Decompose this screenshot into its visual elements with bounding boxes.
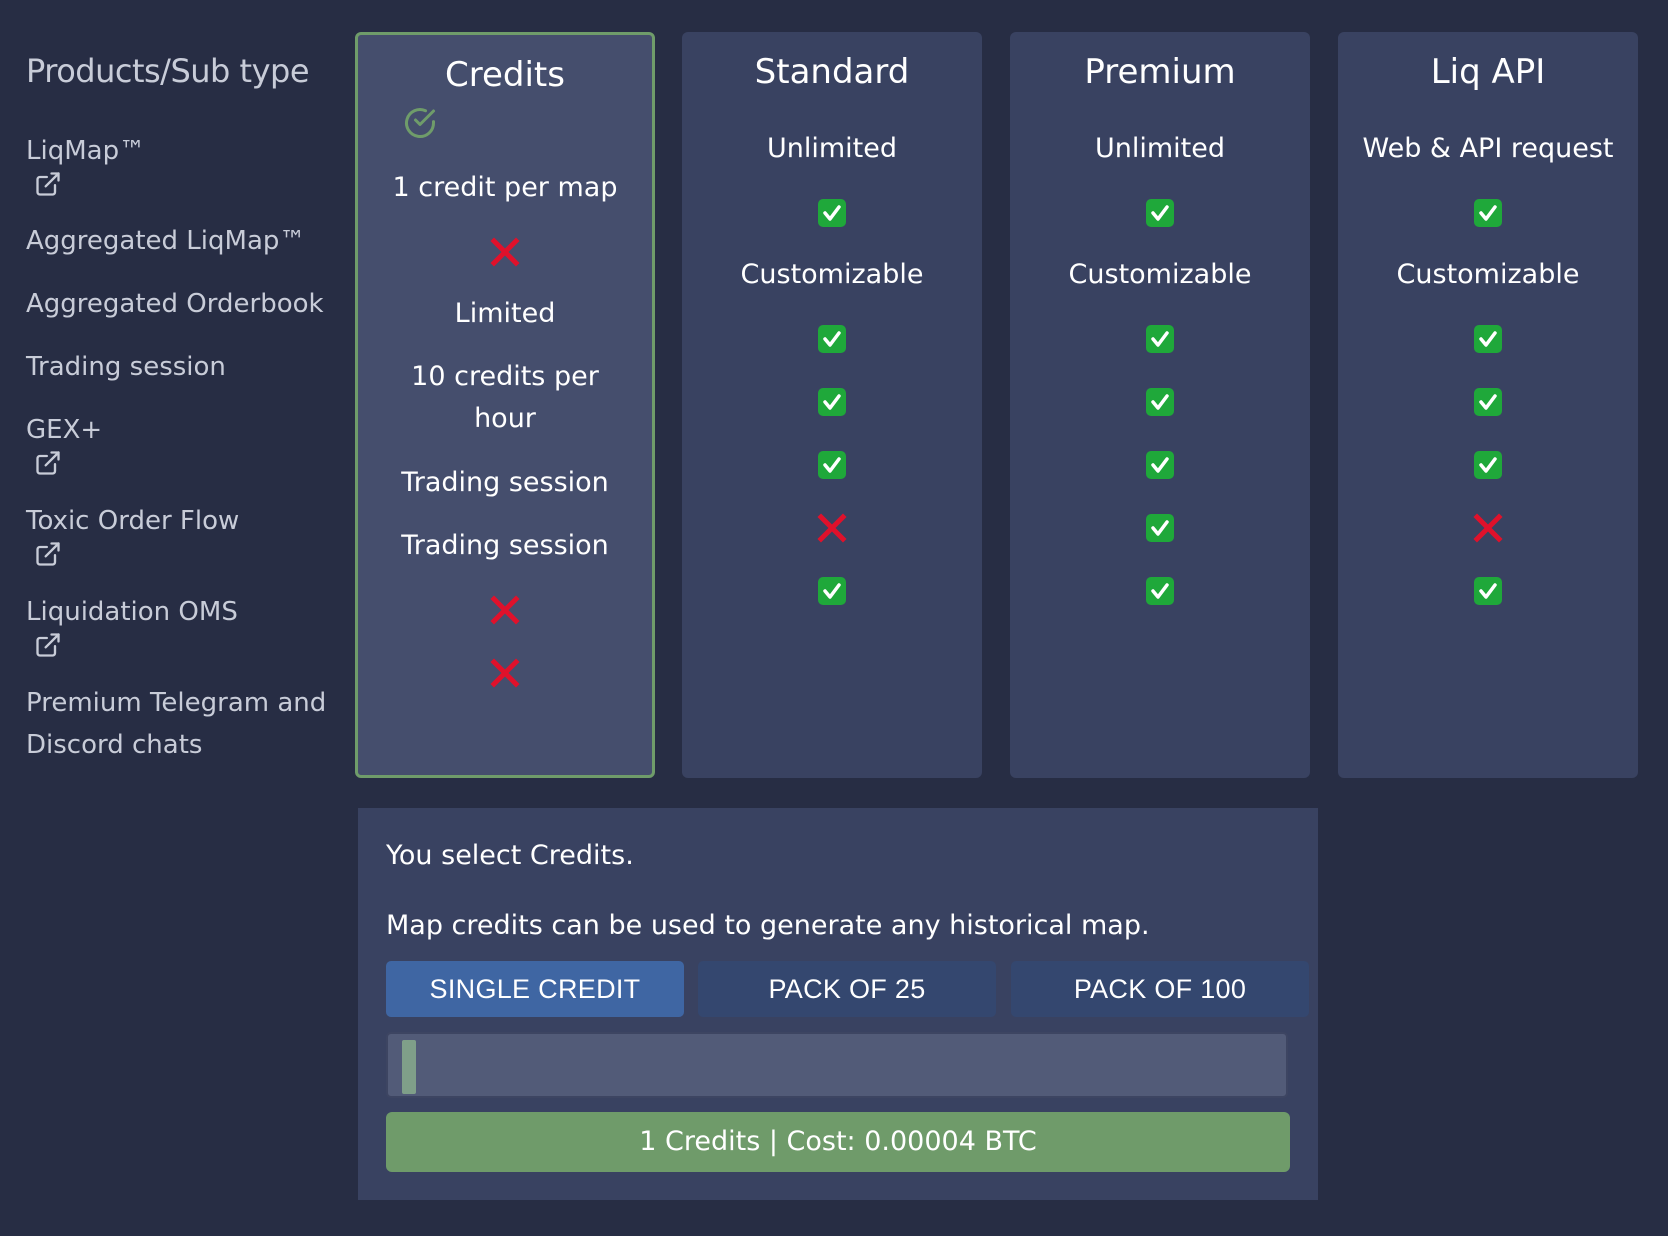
plan-cell: Trading session [401, 467, 609, 498]
product-label: Trading session [26, 352, 226, 382]
plan-cell [682, 569, 982, 611]
check-mark-icon [818, 198, 846, 227]
plan-cell [682, 317, 982, 359]
product-label-line2: Discord chats [26, 730, 203, 760]
check-mark-icon [1474, 387, 1502, 416]
cross-mark-icon [817, 512, 847, 543]
slider-handle[interactable] [402, 1040, 416, 1094]
plan-cell: Unlimited [1094, 133, 1226, 164]
check-mark-icon [1474, 198, 1502, 227]
check-mark-icon [818, 450, 846, 479]
product-label: Aggregated Orderbook [26, 289, 324, 319]
product-premium-chats: Premium Telegram and Discord chats [26, 682, 326, 766]
plan-cell [1010, 569, 1310, 611]
plan-cell [1010, 443, 1310, 485]
check-mark-icon [1474, 450, 1502, 479]
plan-name: Liq API [1430, 52, 1546, 92]
product-label: GEX+ [26, 415, 103, 445]
product-label: Aggregated LiqMap™ [26, 226, 306, 256]
cross-mark-icon [1473, 512, 1503, 543]
product-label: Liquidation OMS [26, 597, 238, 627]
plan-cell [358, 588, 652, 630]
plan-cell: Trading session [401, 530, 609, 561]
plan-cell [1010, 380, 1310, 422]
check-mark-icon [818, 324, 846, 353]
plan-cell [358, 230, 652, 272]
plan-cell [1338, 506, 1638, 548]
plan-cell [1338, 443, 1638, 485]
check-mark-icon [1146, 513, 1174, 542]
product-liquidation-oms: Liquidation OMS [26, 591, 238, 659]
plan-cell: Customizable [740, 259, 924, 290]
plan-card-liq-api[interactable]: Liq API Web & API request Customizable [1338, 32, 1638, 778]
products-header: Products/Sub type [26, 52, 310, 90]
buy-credits-button[interactable]: 1 Credits | Cost: 0.00004 BTC [386, 1112, 1290, 1172]
plan-name: Standard [754, 52, 910, 92]
pack-of-25-button[interactable]: PACK OF 25 [698, 961, 996, 1017]
plan-cell [682, 506, 982, 548]
plan-cell: Customizable [1068, 259, 1252, 290]
credit-quantity-slider[interactable] [386, 1032, 1288, 1098]
plan-cell [1338, 317, 1638, 359]
product-label: Toxic Order Flow [26, 506, 240, 536]
product-toxic-order-flow: Toxic Order Flow [26, 500, 239, 568]
plan-cell: 10 credits per hour [411, 361, 599, 434]
external-link-icon[interactable] [34, 449, 62, 477]
plan-description: Map credits can be used to generate any … [386, 910, 1150, 941]
plan-cell [1010, 191, 1310, 233]
plan-cell [358, 651, 652, 693]
plan-cell [682, 191, 982, 233]
check-mark-icon [1146, 324, 1174, 353]
plan-cell: Web & API request [1362, 133, 1614, 164]
check-mark-icon [1146, 198, 1174, 227]
plan-card-credits[interactable]: Credits 1 credit per map Limited 10 cred… [355, 32, 655, 778]
plan-cell [682, 443, 982, 485]
plan-cell [1338, 380, 1638, 422]
check-mark-icon [1474, 324, 1502, 353]
pack-of-100-button[interactable]: PACK OF 100 [1011, 961, 1309, 1017]
external-link-icon[interactable] [34, 631, 62, 659]
plan-cell: Unlimited [766, 133, 898, 164]
plan-name: Premium [1084, 52, 1236, 92]
plan-cell [1338, 191, 1638, 233]
plan-cell [1010, 317, 1310, 359]
product-aggregated-orderbook: Aggregated Orderbook [26, 283, 324, 325]
plan-cell: 1 credit per map [392, 172, 618, 203]
cross-mark-icon [490, 236, 520, 267]
plan-cell: Customizable [1396, 259, 1580, 290]
selection-text: You select Credits. [386, 840, 634, 871]
cross-mark-icon [490, 657, 520, 688]
check-mark-icon [1146, 387, 1174, 416]
plan-cell [1010, 506, 1310, 548]
plan-card-standard[interactable]: Standard Unlimited Customizable [682, 32, 982, 778]
plan-card-premium[interactable]: Premium Unlimited Customizable [1010, 32, 1310, 778]
plan-name: Credits [445, 55, 565, 95]
external-link-icon[interactable] [34, 540, 62, 568]
selected-check-circle-icon [405, 108, 435, 138]
product-label: LiqMap™ [26, 136, 146, 166]
product-liqmap: LiqMap™ [26, 130, 145, 198]
product-gex-plus: GEX+ [26, 409, 102, 477]
external-link-icon[interactable] [34, 170, 62, 198]
check-mark-icon [1474, 576, 1502, 605]
purchase-panel: You select Credits. Map credits can be u… [358, 808, 1318, 1200]
check-mark-icon [818, 387, 846, 416]
check-mark-icon [818, 576, 846, 605]
product-aggregated-liqmap: Aggregated LiqMap™ [26, 220, 305, 262]
plan-cell [682, 380, 982, 422]
plan-cell [1338, 569, 1638, 611]
check-mark-icon [1146, 576, 1174, 605]
product-trading-session: Trading session [26, 346, 226, 388]
single-credit-button[interactable]: SINGLE CREDIT [386, 961, 684, 1017]
plan-cell: Limited [454, 298, 556, 329]
cross-mark-icon [490, 594, 520, 625]
product-label-line1: Premium Telegram and [26, 688, 327, 718]
check-mark-icon [1146, 450, 1174, 479]
